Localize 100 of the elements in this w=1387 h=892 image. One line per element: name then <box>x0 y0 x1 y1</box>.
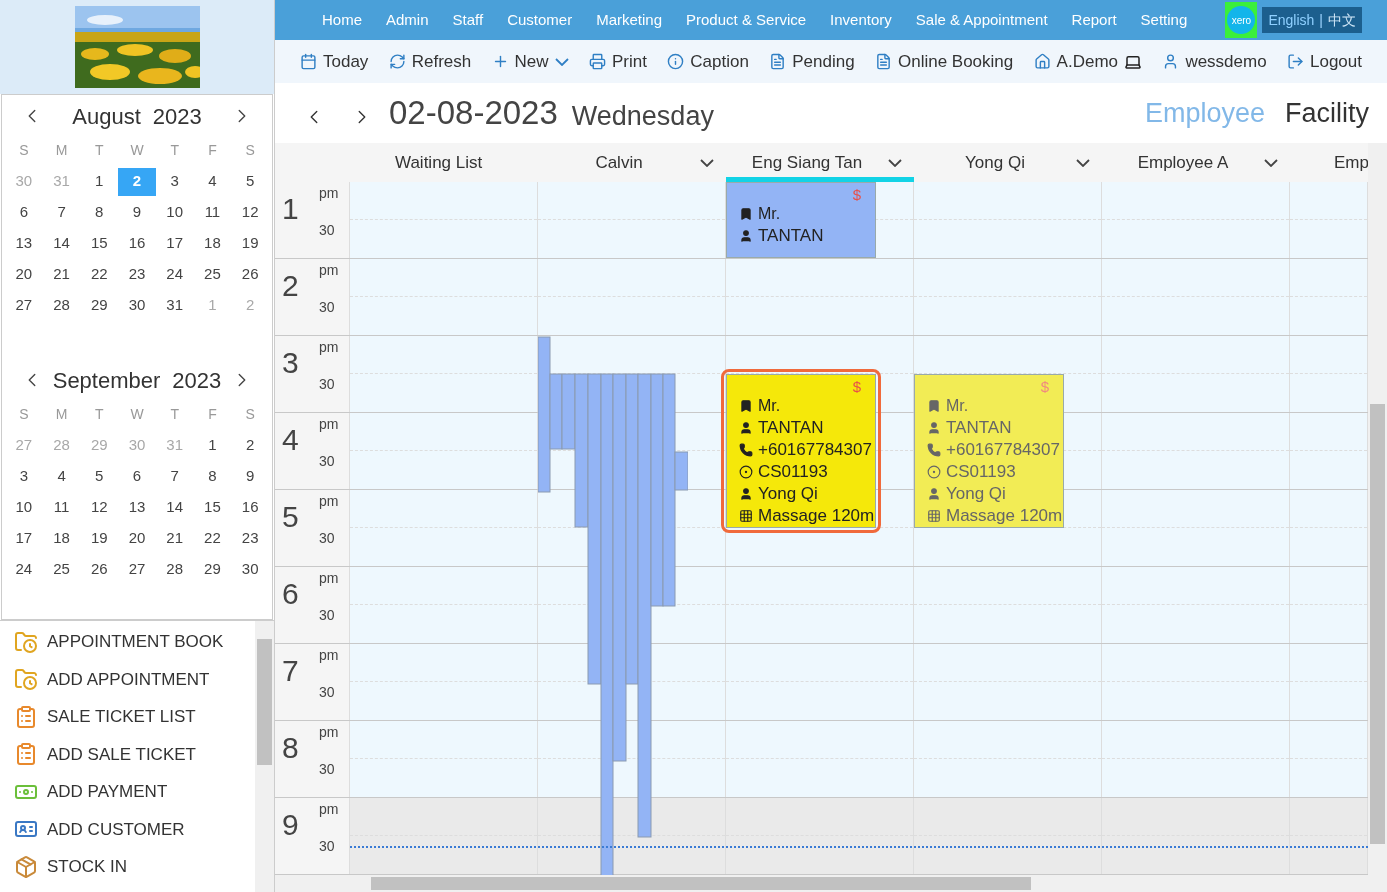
day-cell[interactable]: 5 <box>231 167 269 196</box>
column-header[interactable]: Emp <box>1290 143 1368 182</box>
day-cell[interactable]: 6 <box>118 462 156 491</box>
language-option[interactable]: 中文 <box>1328 9 1356 31</box>
day-cell[interactable]: 4 <box>42 462 81 491</box>
day-cell[interactable]: 28 <box>155 555 194 584</box>
appointment-card[interactable]: $ Mr. TANTAN +60167784307 CS01193 Yong Qi Massage 120mi <box>914 374 1064 528</box>
user-icon <box>739 487 753 501</box>
day-cell[interactable]: 9 <box>231 462 269 491</box>
day-cell[interactable]: 10 <box>155 198 194 227</box>
appointment-card[interactable]: $ Mr. TANTAN +60167784307 CS01193 Yong Qi Massage 120mi <box>726 374 876 528</box>
day-cell[interactable]: 26 <box>80 555 119 584</box>
day-cell[interactable]: 4 <box>193 167 232 196</box>
scrollbar[interactable] <box>255 621 274 892</box>
grid-icon <box>739 509 753 523</box>
day-cell[interactable]: 12 <box>80 493 119 522</box>
menu-item[interactable]: SALE TICKET LIST <box>0 698 255 736</box>
day-cell[interactable]: 31 <box>155 291 194 320</box>
toolbar-button[interactable]: Refresh <box>388 48 472 75</box>
day-cell[interactable]: 15 <box>193 493 232 522</box>
day-cell[interactable]: 6 <box>5 198 43 227</box>
day-cell[interactable]: 21 <box>42 260 81 289</box>
toolbar-button[interactable]: Print <box>588 48 647 75</box>
toolbar-button[interactable]: Today <box>300 48 369 75</box>
column-header[interactable]: Employee A <box>1102 143 1290 182</box>
toolbar-button[interactable]: New <box>491 48 569 75</box>
day-cell[interactable]: 25 <box>42 555 81 584</box>
day-cell[interactable]: 16 <box>231 493 269 522</box>
toolbar-button[interactable]: Logout <box>1287 48 1362 75</box>
day-cell[interactable]: 13 <box>118 493 156 522</box>
scrollbar-thumb[interactable] <box>1370 404 1385 844</box>
day-cell[interactable]: 26 <box>231 260 269 289</box>
day-cell[interactable]: 20 <box>5 260 43 289</box>
day-cell[interactable]: 17 <box>155 229 194 258</box>
appointment-card[interactable]: $ Mr. TANTAN <box>726 182 876 258</box>
menu-item[interactable]: APPOINTMENT BOOK <box>0 623 255 661</box>
user-icon <box>739 229 753 243</box>
menu-item[interactable]: ADD APPOINTMENT <box>0 660 255 698</box>
day-cell[interactable]: 7 <box>42 198 81 227</box>
toolbar-button[interactable]: wessdemo <box>1162 48 1267 75</box>
day-cell[interactable]: 1 <box>80 167 119 196</box>
toolbar-button[interactable]: Pending <box>769 48 855 75</box>
month-label: August <box>72 102 141 131</box>
day-cell[interactable]: 27 <box>118 555 156 584</box>
menu-item[interactable]: ADD CUSTOMER <box>0 810 255 848</box>
day-cell[interactable]: 5 <box>80 462 119 491</box>
scrollbar-thumb[interactable] <box>371 877 1031 890</box>
day-cell[interactable]: 29 <box>80 291 119 320</box>
menu-item[interactable]: ADD SALE TICKET <box>0 735 255 773</box>
day-cell[interactable]: 19 <box>231 229 269 258</box>
toolbar-button[interactable]: Online Booking <box>874 48 1014 75</box>
menu-item[interactable]: ADD PAYMENT <box>0 773 255 811</box>
day-cell[interactable]: 23 <box>231 524 269 553</box>
day-cell[interactable]: 24 <box>5 555 43 584</box>
day-cell[interactable]: 22 <box>193 524 232 553</box>
day-cell[interactable]: 16 <box>118 229 156 258</box>
day-cell[interactable]: 8 <box>193 462 232 491</box>
day-cell[interactable]: 17 <box>5 524 43 553</box>
horizontal-scrollbar[interactable] <box>275 875 1387 892</box>
toolbar-button[interactable]: Caption <box>667 48 749 75</box>
day-cell[interactable]: 14 <box>155 493 194 522</box>
day-cell[interactable]: 9 <box>118 198 156 227</box>
day-cell[interactable]: 2 <box>231 431 269 460</box>
day-cell[interactable]: 24 <box>155 260 194 289</box>
day-cell[interactable]: 30 <box>118 291 156 320</box>
day-cell[interactable]: 18 <box>193 229 232 258</box>
day-cell[interactable]: 7 <box>155 462 194 491</box>
day-cell[interactable]: 19 <box>80 524 119 553</box>
weekday-label: F <box>207 141 218 160</box>
day-cell[interactable]: 10 <box>5 493 43 522</box>
column-header[interactable]: Calvin <box>538 143 726 182</box>
day-cell[interactable]: 25 <box>193 260 232 289</box>
scrollbar[interactable] <box>1368 143 1387 182</box>
day-cell[interactable]: 30 <box>231 555 269 584</box>
day-cell[interactable]: 20 <box>118 524 156 553</box>
day-cell[interactable]: 23 <box>118 260 156 289</box>
day-cell[interactable]: 21 <box>155 524 194 553</box>
day-cell[interactable]: 3 <box>5 462 43 491</box>
day-cell[interactable]: 11 <box>42 493 81 522</box>
column-header[interactable]: Yong Qi <box>914 143 1102 182</box>
toolbar-button[interactable]: A.Demo <box>1033 48 1143 75</box>
view-tab[interactable]: Facility <box>1285 92 1369 134</box>
day-cell[interactable]: 15 <box>80 229 119 258</box>
day-cell[interactable]: 18 <box>42 524 81 553</box>
day-cell[interactable]: 22 <box>80 260 119 289</box>
day-cell[interactable]: 11 <box>193 198 232 227</box>
day-cell[interactable]: 28 <box>42 291 81 320</box>
day-cell[interactable]: 12 <box>231 198 269 227</box>
day-cell[interactable]: 8 <box>80 198 119 227</box>
day-cell[interactable]: 29 <box>193 555 232 584</box>
day-cell[interactable]: 13 <box>5 229 43 258</box>
day-cell[interactable]: 3 <box>155 167 194 196</box>
scrollbar-thumb[interactable] <box>257 639 272 765</box>
column-header[interactable]: Eng Siang Tan <box>726 143 914 182</box>
day-cell[interactable]: 14 <box>42 229 81 258</box>
menu-item[interactable]: STOCK IN <box>0 848 255 886</box>
column-header[interactable]: Waiting List <box>350 143 538 182</box>
day-cell[interactable]: 27 <box>5 291 43 320</box>
language-option[interactable]: English <box>1268 9 1315 31</box>
day-cell[interactable]: 1 <box>193 431 232 460</box>
